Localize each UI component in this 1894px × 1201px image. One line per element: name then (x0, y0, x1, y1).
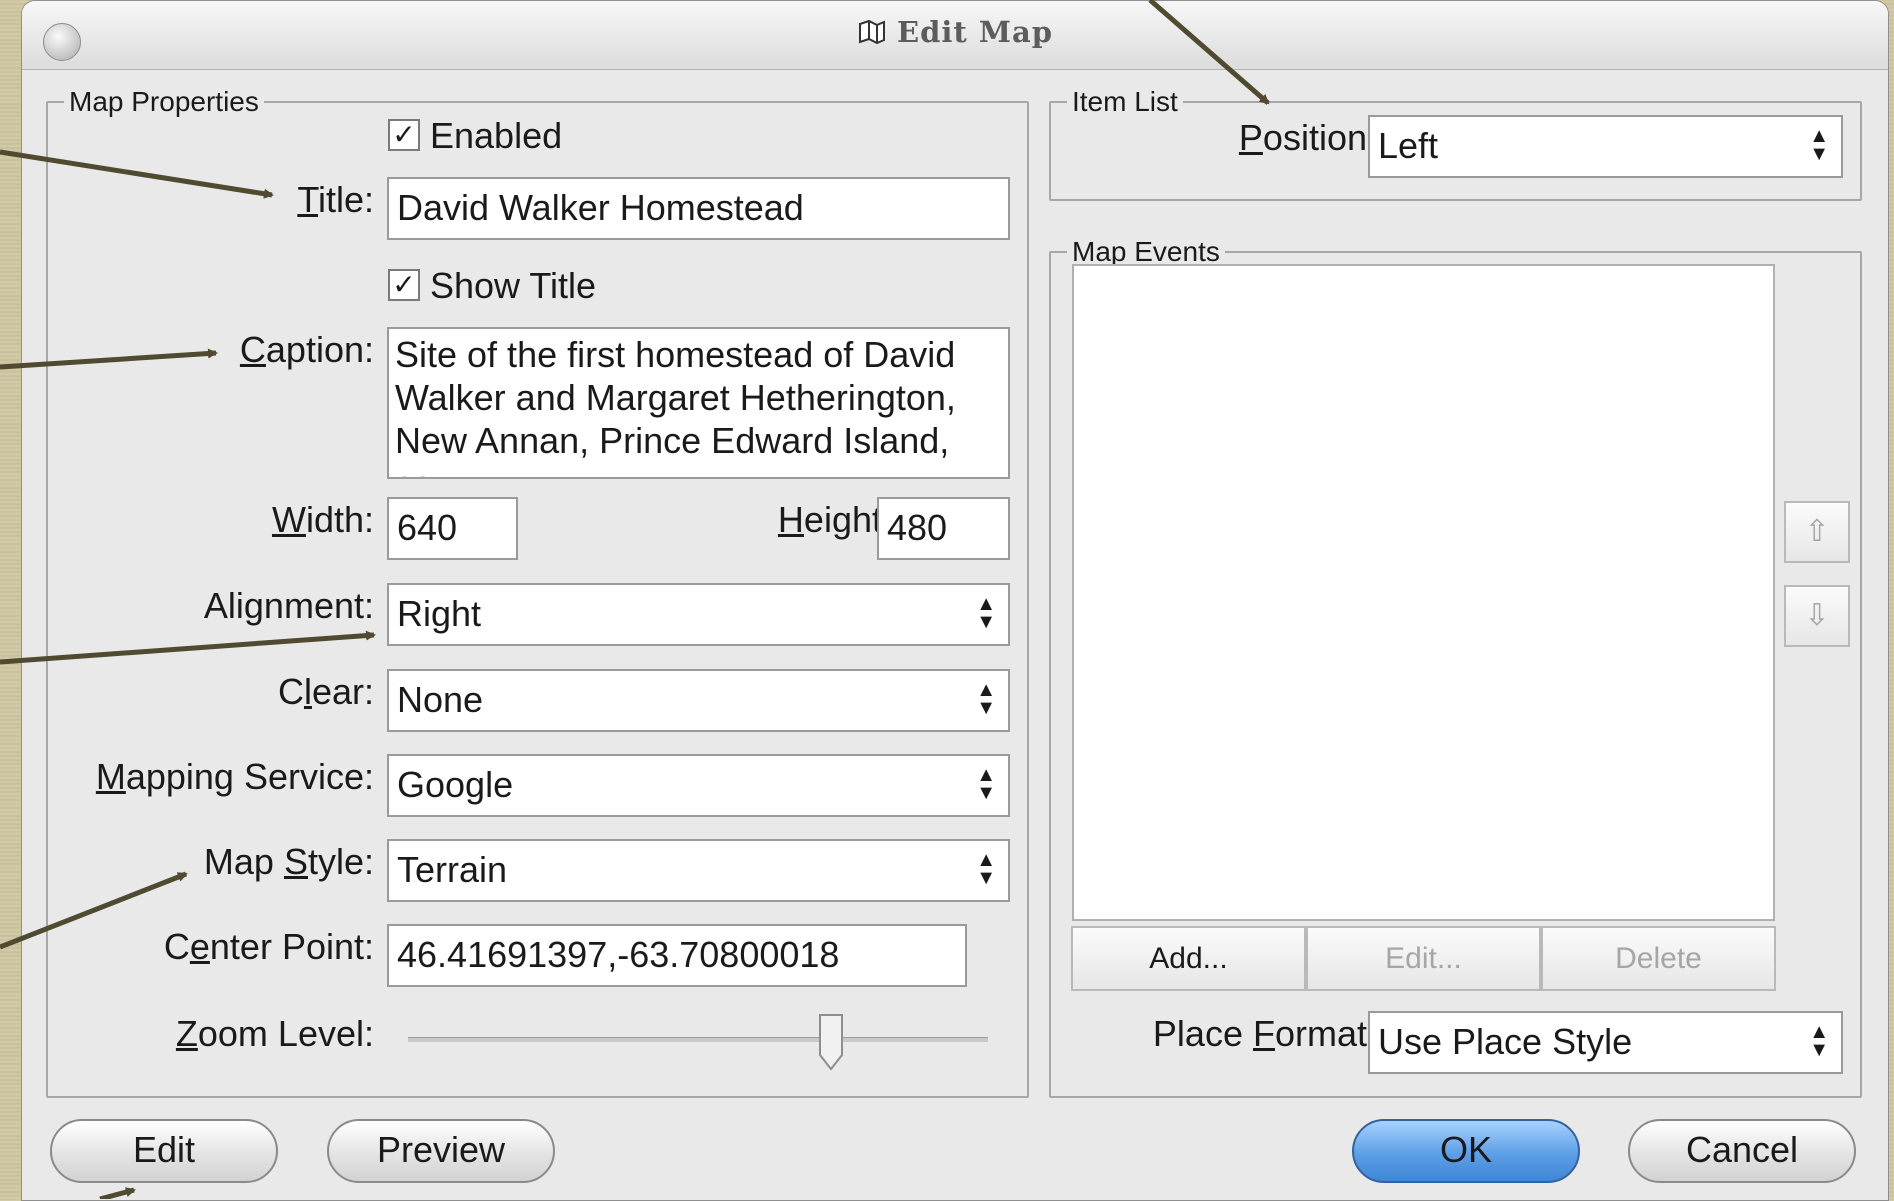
add-event-button[interactable]: Add... (1071, 926, 1306, 991)
show-title-checkbox[interactable]: ✓ (388, 269, 420, 301)
position-value: Left (1378, 125, 1439, 166)
map-style-label: Map Style: (203, 841, 374, 882)
title-bar[interactable]: Edit Map (22, 1, 1888, 70)
clear-label: Clear: (277, 671, 374, 712)
select-arrows-icon: ▲ ▼ (976, 849, 996, 889)
caption-label: Caption: (239, 329, 374, 370)
enabled-checkbox[interactable]: ✓ (388, 119, 420, 151)
show-title-label: Show Title (430, 265, 597, 306)
mapping-service-select[interactable]: Google ▲ ▼ (387, 754, 1010, 817)
mapping-service-label: Mapping Service: (95, 756, 374, 797)
item-list-legend: Item List (1072, 86, 1178, 117)
alignment-value: Right (397, 593, 482, 634)
position-label: Position: (1238, 117, 1377, 158)
arrow-up-icon: ⇧ (1804, 515, 1830, 548)
alignment-select[interactable]: Right ▲ ▼ (387, 583, 1010, 646)
zoom-level-label: Zoom Level: (175, 1013, 374, 1054)
window-title: Edit Map (22, 15, 1888, 49)
width-field[interactable]: 640 (387, 497, 518, 560)
enabled-label: Enabled (430, 115, 563, 156)
height-label: Height: (777, 499, 892, 540)
preview-button[interactable]: Preview (327, 1119, 555, 1183)
clear-value: None (397, 679, 484, 720)
map-icon (857, 15, 897, 49)
select-arrows-icon: ▲ ▼ (976, 679, 996, 719)
map-style-value: Terrain (397, 849, 508, 890)
select-arrows-icon: ▲ ▼ (976, 593, 996, 633)
place-format-label: Place Format: (1152, 1013, 1377, 1054)
zoom-slider-thumb[interactable] (818, 1013, 844, 1071)
clear-select[interactable]: None ▲ ▼ (387, 669, 1010, 732)
title-field[interactable]: David Walker Homestead (387, 177, 1010, 240)
move-down-button[interactable]: ⇩ (1784, 585, 1850, 647)
map-events-list[interactable] (1072, 264, 1775, 921)
mapping-service-value: Google (397, 764, 514, 805)
select-arrows-icon: ▲ ▼ (1809, 125, 1829, 165)
position-select[interactable]: Left ▲ ▼ (1368, 115, 1843, 178)
ok-button[interactable]: OK (1352, 1119, 1580, 1183)
select-arrows-icon: ▲ ▼ (976, 764, 996, 804)
map-style-select[interactable]: Terrain ▲ ▼ (387, 839, 1010, 902)
place-format-value: Use Place Style (1378, 1021, 1633, 1062)
edit-event-button[interactable]: Edit... (1306, 926, 1541, 991)
caption-field[interactable]: Site of the first homestead of David Wal… (387, 327, 1010, 479)
alignment-label: Alignment: (203, 585, 374, 626)
move-up-button[interactable]: ⇧ (1784, 501, 1850, 563)
delete-event-button[interactable]: Delete (1541, 926, 1776, 991)
center-point-label: Center Point: (163, 926, 374, 967)
width-label: Width: (271, 499, 374, 540)
center-point-field[interactable]: 46.41691397,-63.70800018 (387, 924, 967, 987)
edit-button[interactable]: Edit (50, 1119, 278, 1183)
arrow-down-icon: ⇩ (1804, 599, 1830, 632)
edit-map-dialog: Edit Map Map Properties ✓ Enabled Title:… (21, 0, 1889, 1201)
cancel-button[interactable]: Cancel (1628, 1119, 1856, 1183)
zoom-slider-track[interactable] (408, 1037, 988, 1042)
title-label: Title: (297, 179, 374, 220)
height-field[interactable]: 480 (877, 497, 1010, 560)
select-arrows-icon: ▲ ▼ (1809, 1021, 1829, 1061)
place-format-select[interactable]: Use Place Style ▲ ▼ (1368, 1011, 1843, 1074)
map-properties-legend: Map Properties (69, 86, 259, 117)
window-title-text: Edit Map (896, 15, 1054, 49)
